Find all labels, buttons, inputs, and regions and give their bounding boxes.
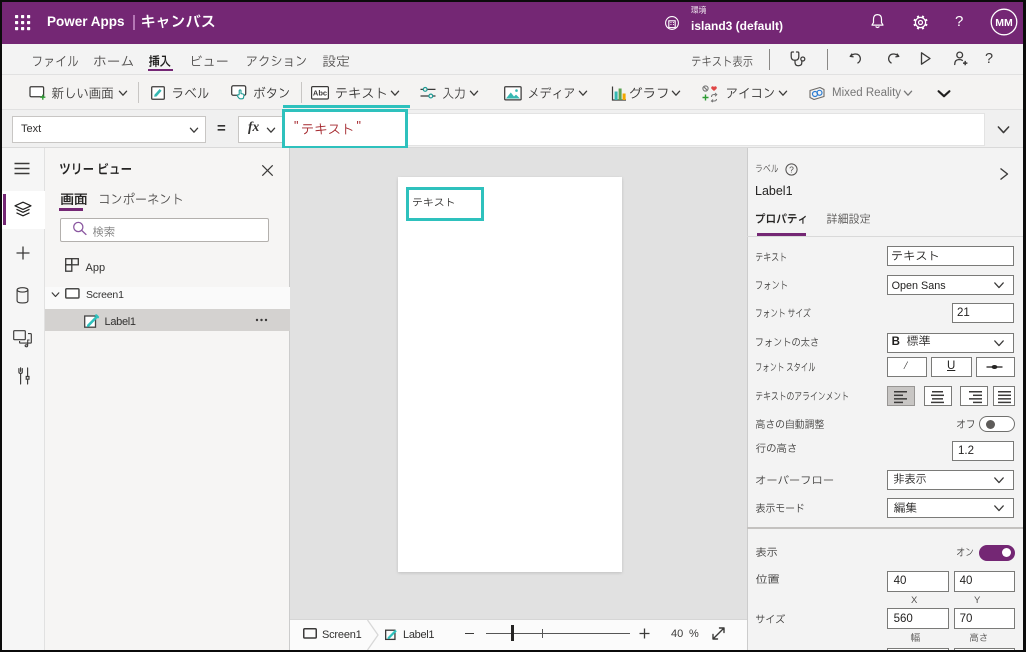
svg-text:?: ? [789, 164, 794, 174]
svg-text:MM: MM [995, 17, 1013, 29]
svg-text:Abc: Abc [313, 89, 327, 98]
